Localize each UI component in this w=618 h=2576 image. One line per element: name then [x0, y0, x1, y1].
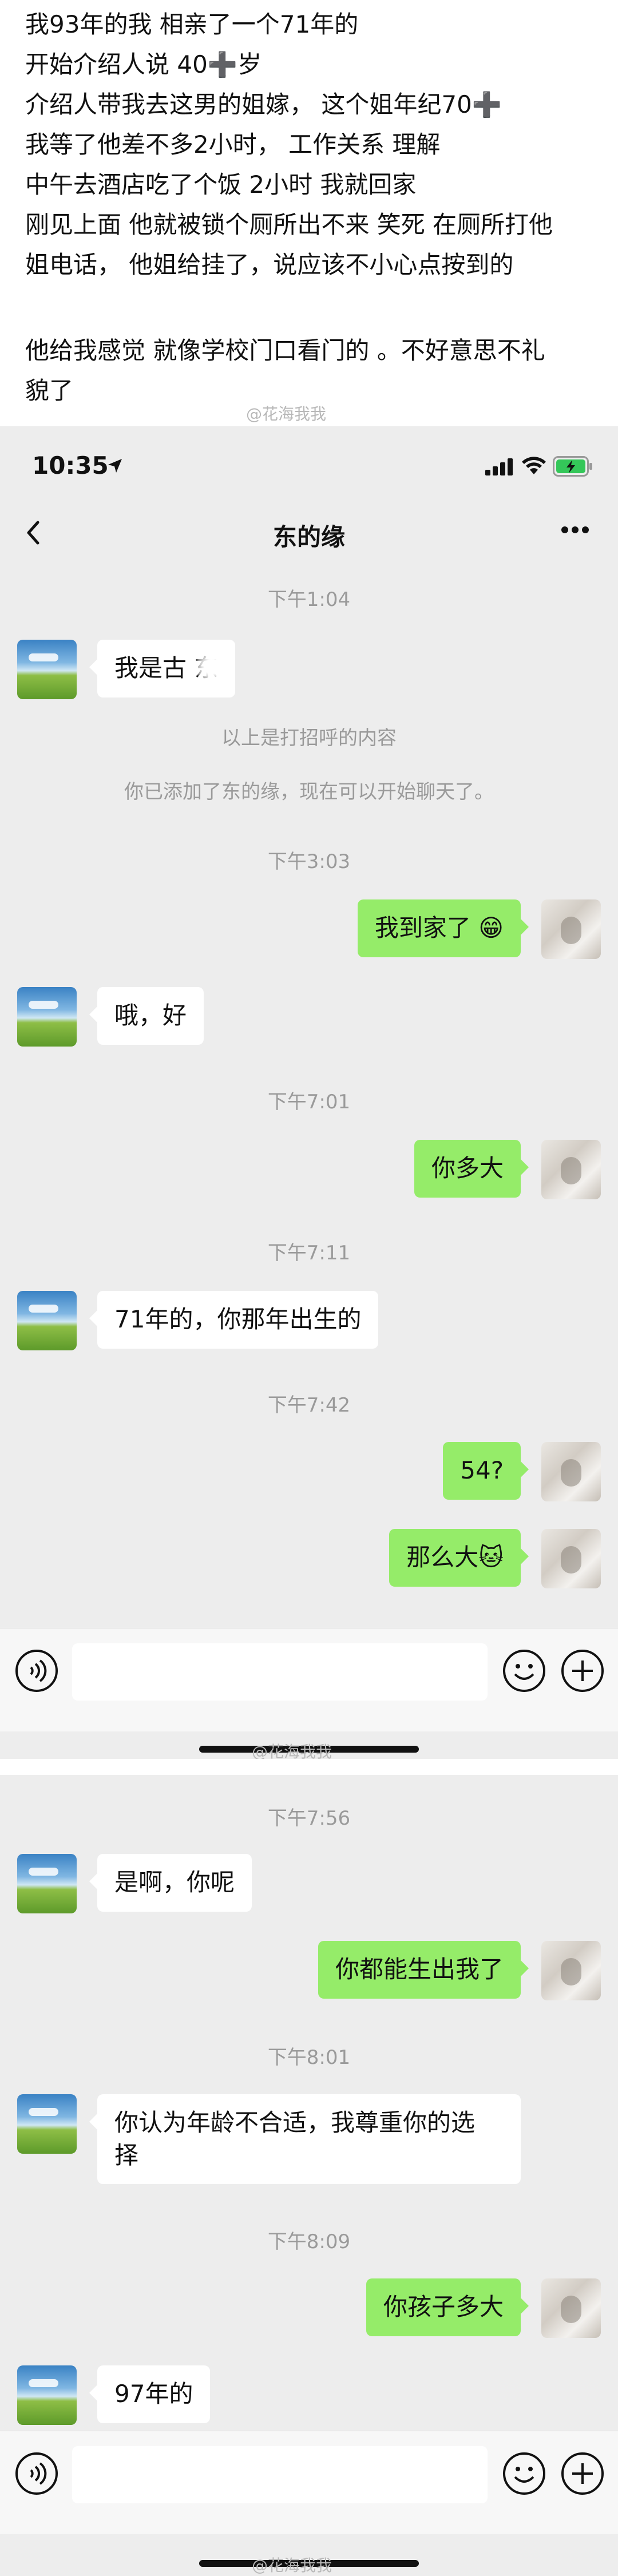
battery-charging-icon	[553, 456, 592, 477]
status-time: 10:35	[32, 451, 109, 479]
message-line: 择	[114, 2141, 139, 2169]
message-input-bar	[0, 2431, 618, 2534]
timestamp: 下午1:04	[267, 588, 351, 611]
story-text-block: 我93年的我 相亲了一个71年的 开始介绍人说 40➕岁 介绍人带我去这男的姐嫁…	[0, 0, 618, 426]
system-message: 以上是打招呼的内容	[221, 727, 397, 750]
incoming-message[interactable]: 97年的	[89, 2365, 211, 2423]
message-text-field[interactable]	[72, 2446, 488, 2503]
plus-icon[interactable]	[560, 2451, 605, 2496]
contact-avatar[interactable]	[17, 2094, 77, 2154]
more-options-icon[interactable]	[561, 526, 589, 534]
timestamp: 下午8:01	[267, 2046, 351, 2069]
cellular-signal-icon	[485, 458, 513, 475]
my-avatar[interactable]	[541, 1529, 601, 1588]
screenshot-divider	[0, 1759, 618, 1775]
timestamp: 下午7:01	[267, 1091, 351, 1113]
incoming-message[interactable]: 哦，好	[89, 987, 204, 1045]
plus-icon[interactable]	[560, 1648, 605, 1694]
message-line: 你认为年龄不合适，我尊重你的选	[114, 2109, 476, 2137]
story-line: 中午去酒店吃了个饭 2小时 我就回家	[25, 171, 417, 199]
chat-title: 东的缘	[272, 523, 345, 551]
outgoing-message[interactable]: 我到家了 😁	[357, 899, 529, 957]
story-line: 刚见上面 他就被锁个厕所出不来 笑死 在厕所打他	[25, 211, 553, 239]
status-bar: 10:35	[0, 426, 618, 501]
story-line: 貌了	[25, 377, 74, 405]
contact-avatar[interactable]	[17, 2365, 77, 2425]
timestamp: 下午7:56	[267, 1807, 351, 1830]
outgoing-message[interactable]: 那么大🐱	[389, 1529, 529, 1587]
contact-avatar[interactable]	[17, 1854, 77, 1913]
incoming-message[interactable]: 你认为年龄不合适，我尊重你的选 择	[89, 2094, 521, 2185]
system-message: 你已添加了东的缘，现在可以开始聊天了。	[124, 780, 494, 803]
incoming-message[interactable]: 是啊，你呢	[89, 1854, 252, 1912]
timestamp: 下午3:03	[267, 850, 351, 873]
outgoing-message[interactable]: 你都能生出我了	[318, 1941, 529, 1999]
outgoing-message[interactable]: 你多大	[414, 1140, 529, 1198]
timestamp: 下午7:42	[267, 1394, 351, 1417]
contact-avatar[interactable]	[17, 987, 77, 1047]
outgoing-message[interactable]: 你孩子多大	[366, 2278, 529, 2336]
my-avatar[interactable]	[541, 1442, 601, 1501]
story-line: 他给我感觉 就像学校门口看门的 。不好意思不礼	[25, 336, 545, 364]
story-line: 我93年的我 相亲了一个71年的	[25, 10, 359, 38]
my-avatar[interactable]	[541, 1941, 601, 2000]
blurred-name-overlay	[195, 649, 229, 684]
story-line: 介绍人带我去这男的姐嫁， 这个姐年纪70➕	[25, 90, 502, 118]
outgoing-message[interactable]: 54?	[443, 1442, 529, 1500]
emoji-icon[interactable]	[501, 1648, 547, 1694]
emoji-icon[interactable]	[501, 2451, 547, 2496]
location-arrow-icon	[108, 459, 122, 473]
contact-avatar[interactable]	[17, 640, 77, 699]
timestamp: 下午7:11	[267, 1242, 351, 1265]
incoming-message[interactable]: 71年的，你那年出生的	[89, 1291, 379, 1349]
story-line: 姐电话， 他姐给挂了，说应该不小心点按到的	[25, 251, 514, 279]
chat-header: 东的缘	[0, 501, 618, 564]
my-avatar[interactable]	[541, 899, 601, 959]
story-line: 开始介绍人说 40➕岁	[25, 50, 262, 78]
watermark: @花海我我	[246, 405, 327, 423]
timestamp: 下午8:09	[267, 2230, 351, 2253]
message-input-bar	[0, 1628, 618, 1731]
voice-input-icon[interactable]	[14, 1648, 60, 1694]
story-line: 我等了他差不多2小时， 工作关系 理解	[25, 130, 441, 158]
watermark: @花海我我	[252, 2556, 332, 2575]
contact-avatar[interactable]	[17, 1291, 77, 1350]
my-avatar[interactable]	[541, 1140, 601, 1199]
message-text-field[interactable]	[72, 1643, 488, 1701]
wifi-icon	[522, 457, 546, 474]
my-avatar[interactable]	[541, 2278, 601, 2338]
voice-input-icon[interactable]	[14, 2451, 60, 2496]
